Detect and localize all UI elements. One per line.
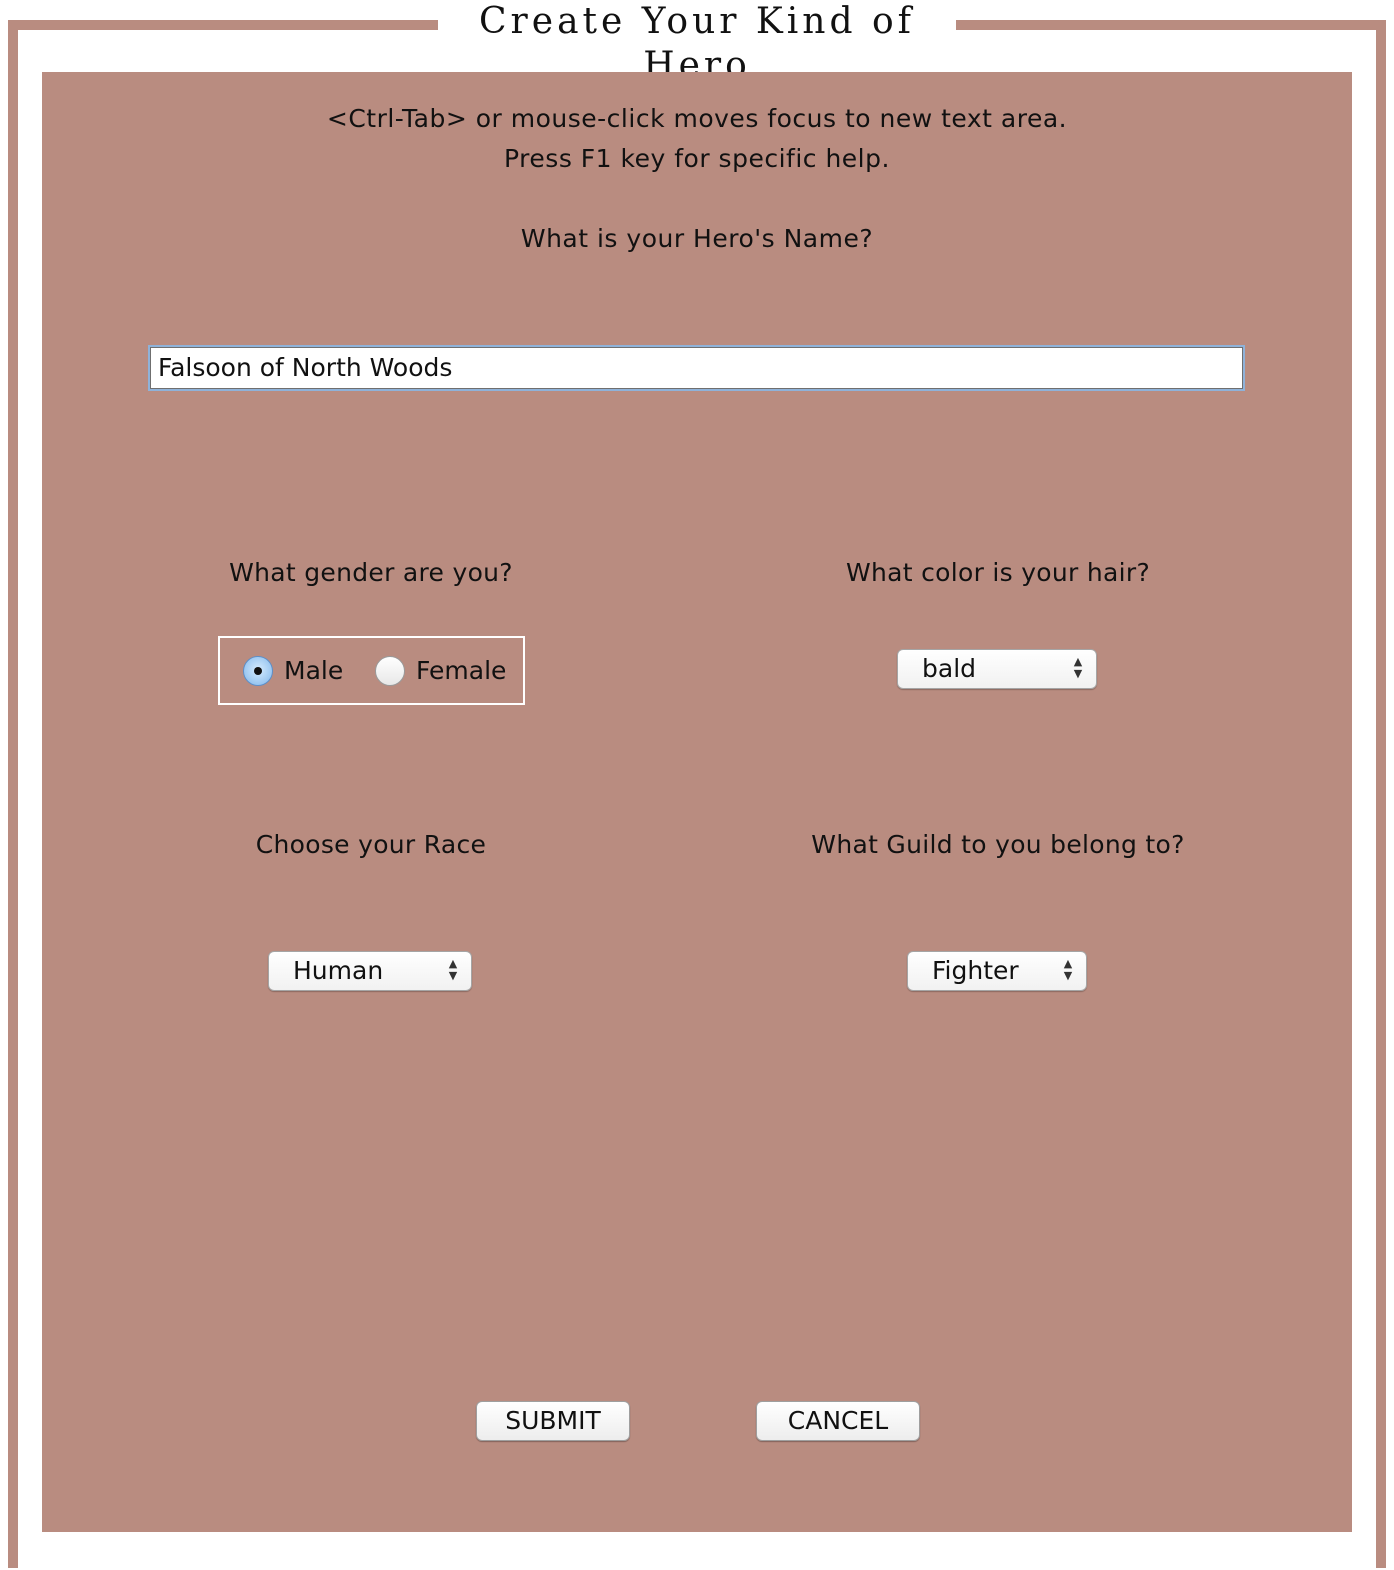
- gender-radio-group: Male Female: [218, 636, 525, 705]
- race-select[interactable]: Human ▲ ▼: [268, 951, 472, 991]
- race-question: Choose your Race: [255, 830, 487, 859]
- hair-question: What color is your hair?: [845, 558, 1151, 587]
- hero-name-input[interactable]: Falsoon of North Woods: [148, 345, 1245, 391]
- name-question: What is your Hero's Name?: [520, 224, 874, 253]
- guild-select[interactable]: Fighter ▲ ▼: [907, 951, 1087, 991]
- form-panel: <Ctrl-Tab> or mouse-click moves focus to…: [42, 72, 1352, 1532]
- hair-color-select[interactable]: bald ▲ ▼: [897, 649, 1097, 689]
- guild-question: What Guild to you belong to?: [811, 830, 1185, 859]
- select-arrows-icon: ▲ ▼: [448, 957, 458, 982]
- guild-value: Fighter: [932, 956, 1019, 985]
- cancel-button[interactable]: CANCEL: [756, 1401, 920, 1441]
- submit-button[interactable]: SUBMIT: [476, 1401, 630, 1441]
- select-arrows-icon: ▲ ▼: [1063, 957, 1073, 982]
- instruction-line-1: <Ctrl-Tab> or mouse-click moves focus to…: [326, 104, 1068, 133]
- gender-question: What gender are you?: [229, 558, 513, 587]
- male-radio[interactable]: [243, 656, 273, 686]
- select-arrows-icon: ▲ ▼: [1073, 655, 1083, 680]
- female-radio-label[interactable]: Female: [416, 656, 506, 686]
- race-value: Human: [293, 956, 384, 985]
- dialog-title: Create Your Kind of Hero: [438, 0, 956, 86]
- male-radio-label[interactable]: Male: [284, 656, 343, 686]
- hair-color-value: bald: [922, 654, 977, 683]
- female-radio[interactable]: [375, 656, 405, 686]
- instruction-line-2: Press F1 key for specific help.: [504, 144, 890, 173]
